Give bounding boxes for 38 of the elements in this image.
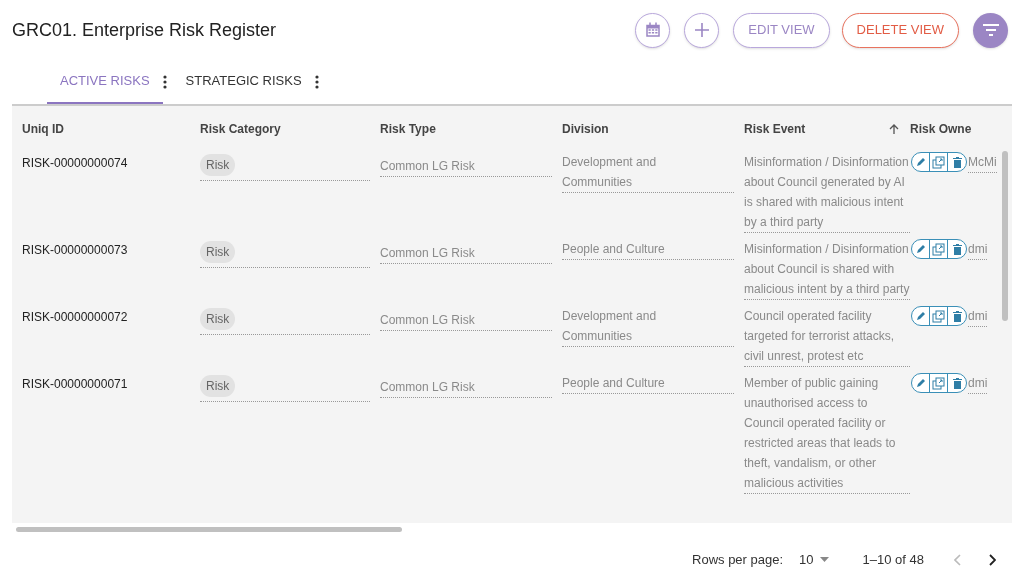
table-cell: Common LG Risk bbox=[380, 373, 552, 398]
table-cell: People and Culture bbox=[562, 373, 734, 394]
table-cell: Common LG Risk bbox=[380, 239, 552, 264]
table-cell: Common LG Risk bbox=[380, 306, 552, 331]
table-cell: Member of public gaining unauthorised access to Council operated facility or restricted areas that leads to theft, vandalism, or other malicious activities bbox=[744, 373, 910, 494]
tab[interactable]: ACTIVE RISKS bbox=[47, 60, 163, 104]
table-cell-text: RISK-00000000074 bbox=[22, 155, 129, 172]
column-header: Division bbox=[562, 121, 609, 138]
page-range: 1–10 of 48 bbox=[862, 551, 924, 569]
category-chip: Risk bbox=[200, 375, 236, 397]
table-cell-text: RISK-00000000071 bbox=[22, 376, 129, 393]
edit-view-button[interactable]: EDIT VIEW bbox=[733, 12, 830, 48]
page-title: GRC01. Enterprise Risk Register bbox=[12, 18, 278, 42]
table-cell: Misinformation / Disinformation about Council is shared with malicious intent by a third party bbox=[744, 239, 910, 300]
rows-per-page-select[interactable]: 10 bbox=[799, 550, 829, 570]
table-cell-text: RISK-00000000072 bbox=[22, 309, 129, 326]
table-cell: Development and Communities bbox=[562, 152, 734, 193]
column-header: Uniq ID bbox=[22, 121, 64, 138]
column-header: Risk Event bbox=[744, 121, 806, 138]
category-chip: Risk bbox=[200, 154, 236, 176]
table-cell: Development and Communities bbox=[562, 306, 734, 347]
table-cell: dmi bbox=[968, 239, 988, 260]
table-cell: People and Culture bbox=[562, 239, 734, 260]
table-cell: McMi bbox=[968, 152, 997, 173]
table-cell: Common LG Risk bbox=[380, 152, 552, 177]
table-cell: Council operated facility targeted for terrorist attacks, civil unrest, protest etc bbox=[744, 306, 910, 367]
delete-view-button[interactable]: DELETE VIEW bbox=[841, 12, 959, 48]
table-cell: Misinformation / Disinformation about Council generated by AI is shared with malicious intent by a third party bbox=[744, 152, 910, 233]
table-cell: dmi bbox=[968, 373, 988, 394]
column-header: Risk Category bbox=[200, 121, 281, 138]
tab[interactable]: STRATEGIC RISKS bbox=[172, 60, 315, 104]
category-chip: Risk bbox=[200, 241, 236, 263]
rows-per-page-label: Rows per page: bbox=[692, 551, 784, 569]
column-header: Risk Owne bbox=[910, 121, 972, 138]
column-header: Risk Type bbox=[380, 121, 436, 138]
table-cell: dmi bbox=[968, 306, 988, 327]
category-chip: Risk bbox=[200, 308, 236, 330]
table-cell-text: RISK-00000000073 bbox=[22, 242, 129, 259]
